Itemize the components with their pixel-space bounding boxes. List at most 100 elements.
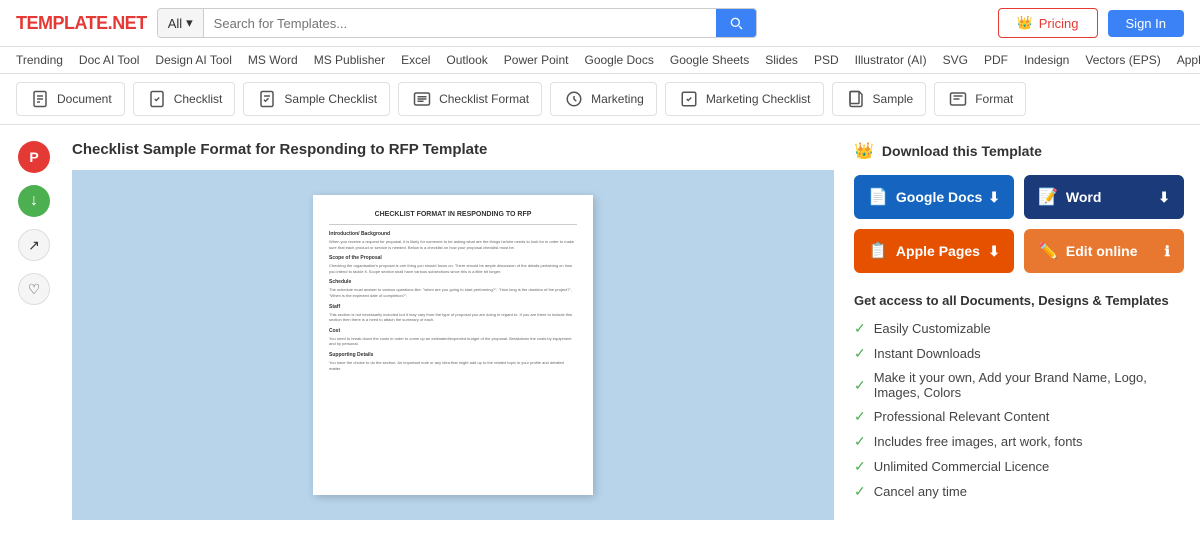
quick-link-marketing-checklist[interactable]: Marketing Checklist	[665, 82, 824, 116]
check-icon-5: ✓	[854, 458, 866, 475]
access-title: Get access to all Documents, Designs & T…	[854, 293, 1184, 308]
logo-net: NET	[112, 13, 147, 33]
edit-pencil-icon: ✏️	[1038, 241, 1058, 261]
nav-excel[interactable]: Excel	[401, 53, 430, 67]
apple-pages-label-group: 📋 Apple Pages	[868, 241, 980, 261]
google-docs-button-label: Google Docs	[896, 189, 982, 205]
word-icon: 📝	[1038, 187, 1058, 207]
nav-illustrator[interactable]: Illustrator (AI)	[855, 53, 927, 67]
feature-label-6: Cancel any time	[874, 484, 967, 499]
logo-template: TEMPLATE	[16, 13, 108, 33]
logo[interactable]: TEMPLATE.NET	[16, 13, 147, 34]
search-category-dropdown[interactable]: All ▾	[158, 9, 204, 37]
quick-link-sample-checklist-label: Sample Checklist	[284, 92, 377, 106]
signin-button[interactable]: Sign In	[1108, 10, 1184, 37]
edit-online-button[interactable]: ✏️ Edit online ℹ	[1024, 229, 1184, 273]
page-title-section: Checklist Sample Format for Responding t…	[72, 141, 834, 158]
nav-outlook[interactable]: Outlook	[446, 53, 487, 67]
download-header-text: Download this Template	[882, 143, 1042, 159]
nav-slides[interactable]: Slides	[765, 53, 798, 67]
document-icon	[29, 88, 51, 110]
favorite-button[interactable]: ♡	[18, 273, 50, 305]
feature-item-5: ✓ Unlimited Commercial Licence	[854, 458, 1184, 475]
quick-link-checklist[interactable]: Checklist	[133, 82, 236, 116]
header: TEMPLATE.NET All ▾ 👑 Pricing Sign In	[0, 0, 1200, 47]
nav-ms-word[interactable]: MS Word	[248, 53, 298, 67]
quick-link-marketing-checklist-label: Marketing Checklist	[706, 92, 811, 106]
search-button[interactable]	[716, 9, 756, 37]
pricing-button[interactable]: 👑 Pricing	[998, 8, 1098, 38]
doc-cost-text: You need to break down the costs in orde…	[329, 336, 577, 347]
doc-schedule-heading: Schedule	[329, 279, 577, 285]
template-preview: CHECKLIST FORMAT IN RESPONDING TO RFP In…	[72, 170, 834, 520]
quick-link-sample-label: Sample	[873, 92, 914, 106]
doc-preview-title: CHECKLIST FORMAT IN RESPONDING TO RFP	[329, 211, 577, 218]
doc-staff-heading: Staff	[329, 304, 577, 310]
doc-scope-heading: Scope of the Proposal	[329, 255, 577, 261]
nav-apple-pages[interactable]: Apple Pages	[1177, 53, 1200, 67]
nav-psd[interactable]: PSD	[814, 53, 839, 67]
pinterest-button[interactable]: P	[18, 141, 50, 173]
quick-link-marketing[interactable]: Marketing	[550, 82, 657, 116]
feature-item-4: ✓ Includes free images, art work, fonts	[854, 433, 1184, 450]
nav-indesign[interactable]: Indesign	[1024, 53, 1069, 67]
google-docs-download-button[interactable]: 📄 Google Docs ⬇	[854, 175, 1014, 219]
search-bar: All ▾	[157, 8, 757, 38]
apple-pages-button-label: Apple Pages	[896, 243, 980, 259]
doc-supporting-text: You have the choice to do the section. A…	[329, 360, 577, 371]
nav-doc-ai[interactable]: Doc AI Tool	[79, 53, 139, 67]
nav-vectors[interactable]: Vectors (EPS)	[1085, 53, 1160, 67]
nav-ms-publisher[interactable]: MS Publisher	[314, 53, 385, 67]
download-social-button[interactable]: ↓	[18, 185, 50, 217]
quick-link-format[interactable]: Format	[934, 82, 1026, 116]
sample-checklist-icon	[256, 88, 278, 110]
page-title: Checklist Sample Format for Responding t…	[72, 141, 834, 158]
feature-item-0: ✓ Easily Customizable	[854, 320, 1184, 337]
feature-label-4: Includes free images, art work, fonts	[874, 434, 1083, 449]
check-icon-6: ✓	[854, 483, 866, 500]
preview-section: Checklist Sample Format for Responding t…	[72, 141, 834, 520]
pricing-label: Pricing	[1039, 16, 1079, 31]
info-icon: ℹ	[1165, 243, 1170, 260]
right-panel: 👑 Download this Template 📄 Google Docs ⬇…	[854, 141, 1184, 520]
chevron-down-icon: ▾	[186, 15, 193, 31]
feature-label-2: Make it your own, Add your Brand Name, L…	[874, 370, 1184, 400]
check-icon-0: ✓	[854, 320, 866, 337]
nav-svg[interactable]: SVG	[943, 53, 968, 67]
download-buttons: 📄 Google Docs ⬇ 📝 Word ⬇ 📋 Apple Pages	[854, 175, 1184, 273]
crown-icon: 👑	[1017, 15, 1033, 31]
check-icon-2: ✓	[854, 377, 866, 394]
quick-link-format-label: Format	[975, 92, 1013, 106]
access-section: Get access to all Documents, Designs & T…	[854, 293, 1184, 500]
quick-link-sample[interactable]: Sample	[832, 82, 927, 116]
feature-label-0: Easily Customizable	[874, 321, 991, 336]
feature-item-3: ✓ Professional Relevant Content	[854, 408, 1184, 425]
doc-schedule-text: The schedule must answer to various ques…	[329, 287, 577, 298]
nav-design-ai[interactable]: Design AI Tool	[155, 53, 232, 67]
quick-link-marketing-label: Marketing	[591, 92, 644, 106]
nav-trending[interactable]: Trending	[16, 53, 63, 67]
word-download-button[interactable]: 📝 Word ⬇	[1024, 175, 1184, 219]
marketing-checklist-icon	[678, 88, 700, 110]
nav-google-docs[interactable]: Google Docs	[584, 53, 653, 67]
apple-pages-download-button[interactable]: 📋 Apple Pages ⬇	[854, 229, 1014, 273]
nav-google-sheets[interactable]: Google Sheets	[670, 53, 749, 67]
quick-link-sample-checklist[interactable]: Sample Checklist	[243, 82, 390, 116]
doc-cost-heading: Cost	[329, 328, 577, 334]
checklist-icon	[146, 88, 168, 110]
feature-label-1: Instant Downloads	[874, 346, 981, 361]
edit-online-label-group: ✏️ Edit online	[1038, 241, 1137, 261]
doc-supporting-heading: Supporting Details	[329, 352, 577, 358]
quick-link-checklist-format[interactable]: Checklist Format	[398, 82, 542, 116]
search-input[interactable]	[204, 10, 716, 37]
feature-label-5: Unlimited Commercial Licence	[874, 459, 1050, 474]
word-download-icon: ⬇	[1158, 189, 1170, 206]
nav-powerpoint[interactable]: Power Point	[504, 53, 569, 67]
checklist-format-icon	[411, 88, 433, 110]
word-button-label: Word	[1066, 189, 1102, 205]
share-button[interactable]: ↗	[18, 229, 50, 261]
nav-pdf[interactable]: PDF	[984, 53, 1008, 67]
quick-link-document[interactable]: Document	[16, 82, 125, 116]
download-header: 👑 Download this Template	[854, 141, 1184, 161]
google-docs-label-group: 📄 Google Docs	[868, 187, 982, 207]
